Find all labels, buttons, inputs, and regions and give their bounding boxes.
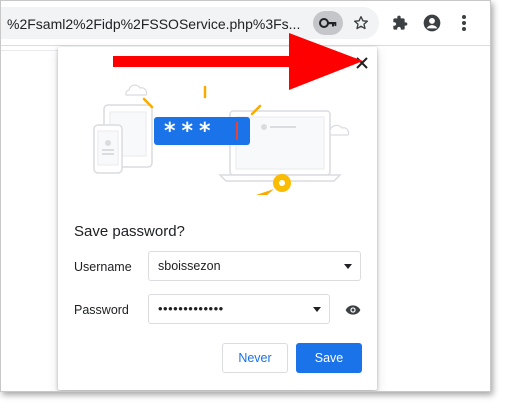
menu-icon[interactable] [453,12,475,34]
password-field[interactable]: ••••••••••••• [148,294,330,324]
browser-screenshot: %2Fsaml2%2Fidp%2FSSOService.php%3Fs... *… [0,0,491,392]
never-button[interactable]: Never [222,343,288,373]
username-field[interactable]: sboissezon [148,251,361,281]
profile-icon[interactable] [421,12,443,34]
save-button[interactable]: Save [296,343,362,373]
illustration-dots: *** [164,119,217,144]
dialog-title: Save password? [74,223,185,240]
save-password-dialog: *** Save password? Username sboissezon P… [58,47,377,390]
eye-icon[interactable] [344,301,362,319]
extensions-icon[interactable] [389,12,411,34]
chevron-down-icon[interactable] [313,307,321,312]
page-divider [1,50,59,51]
chevron-down-icon[interactable] [344,264,352,269]
red-arrow-annotation [113,33,363,90]
password-value: ••••••••••••• [158,301,224,316]
password-label: Password [74,303,129,317]
username-label: Username [74,260,132,274]
username-value: sboissezon [158,259,221,273]
